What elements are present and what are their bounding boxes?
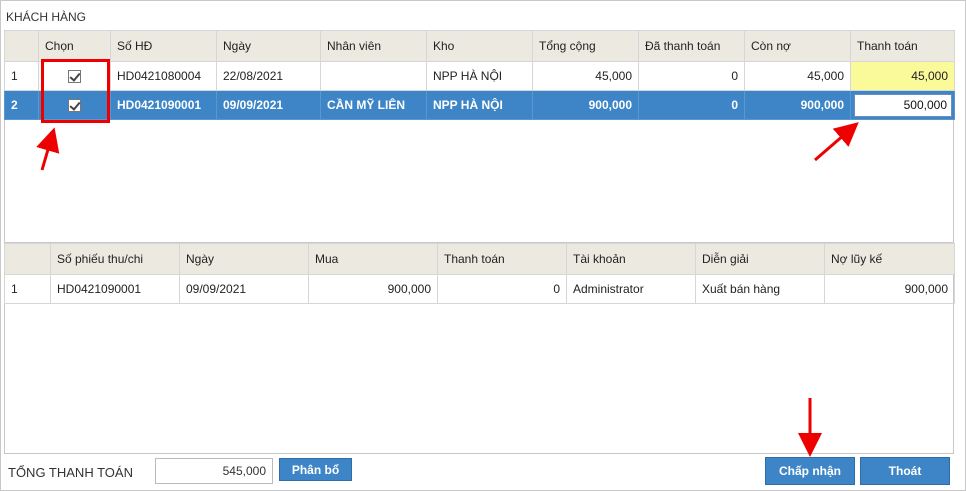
section-title: KHÁCH HÀNG bbox=[6, 10, 87, 24]
annotation-highlight-box bbox=[41, 59, 110, 123]
remaining-debt: 900,000 bbox=[744, 90, 851, 120]
col-header-index bbox=[4, 30, 39, 62]
payment-amount[interactable]: 45,000 bbox=[850, 61, 955, 91]
accumulated-debt: 900,000 bbox=[824, 274, 955, 304]
col-header-chon[interactable]: Chọn bbox=[38, 30, 111, 62]
account: Administrator bbox=[566, 274, 696, 304]
warehouse: NPP HÀ NỘI bbox=[426, 61, 533, 91]
invoice-date: 22/08/2021 bbox=[216, 61, 321, 91]
total: 45,000 bbox=[532, 61, 639, 91]
receipt-number: HD0421090001 bbox=[50, 274, 180, 304]
col-header-da-thanh-toan[interactable]: Đã thanh toán bbox=[638, 30, 745, 62]
col-header-so-hd[interactable]: Số HĐ bbox=[110, 30, 217, 62]
table-row[interactable]: 1 HD0421080004 22/08/2021 NPP HÀ NỘI 45,… bbox=[4, 61, 955, 91]
exit-button[interactable]: Thoát bbox=[860, 457, 950, 485]
total: 900,000 bbox=[532, 90, 639, 120]
col-header-ngay[interactable]: Ngày bbox=[179, 243, 309, 275]
receipt-header-row: Số phiếu thu/chi Ngày Mua Thanh toán Tài… bbox=[4, 243, 955, 275]
row-index: 1 bbox=[4, 274, 51, 304]
paid: 0 bbox=[638, 61, 745, 91]
payment-amount-input[interactable] bbox=[854, 93, 952, 117]
invoice-date: 09/09/2021 bbox=[216, 90, 321, 120]
accept-button[interactable]: Chấp nhận bbox=[765, 457, 855, 485]
table-row[interactable]: 1 HD0421090001 09/09/2021 900,000 0 Admi… bbox=[4, 274, 955, 304]
table-row-selected[interactable]: 2 HD0421090001 09/09/2021 CẦN MỸ LIÊN NP… bbox=[4, 90, 955, 120]
row-index: 1 bbox=[4, 61, 39, 91]
paid: 0 bbox=[638, 90, 745, 120]
col-header-mua[interactable]: Mua bbox=[308, 243, 438, 275]
col-header-tong-cong[interactable]: Tổng cộng bbox=[532, 30, 639, 62]
col-header-so-phieu[interactable]: Số phiếu thu/chi bbox=[50, 243, 180, 275]
col-header-ngay[interactable]: Ngày bbox=[216, 30, 321, 62]
description: Xuất bán hàng bbox=[695, 274, 825, 304]
employee: CẦN MỸ LIÊN bbox=[320, 90, 427, 120]
allocate-button[interactable]: Phân bổ bbox=[279, 458, 352, 481]
col-header-no-luy-ke[interactable]: Nợ lũy kế bbox=[824, 243, 955, 275]
col-header-con-no[interactable]: Còn nợ bbox=[744, 30, 851, 62]
invoice-number: HD0421080004 bbox=[110, 61, 217, 91]
remaining-debt: 45,000 bbox=[744, 61, 851, 91]
col-header-tai-khoan[interactable]: Tài khoản bbox=[566, 243, 696, 275]
invoice-table: Chọn Số HĐ Ngày Nhân viên Kho Tổng cộng … bbox=[4, 30, 955, 120]
employee bbox=[320, 61, 427, 91]
col-header-nhan-vien[interactable]: Nhân viên bbox=[320, 30, 427, 62]
col-header-index bbox=[4, 243, 51, 275]
invoice-number: HD0421090001 bbox=[110, 90, 217, 120]
total-payment-label: TỔNG THANH TOÁN bbox=[8, 465, 133, 480]
col-header-thanh-toan[interactable]: Thanh toán bbox=[437, 243, 567, 275]
purchase-amount: 900,000 bbox=[308, 274, 438, 304]
row-index: 2 bbox=[4, 90, 39, 120]
payment-amount: 0 bbox=[437, 274, 567, 304]
total-payment-input[interactable] bbox=[155, 458, 273, 484]
receipt-table: Số phiếu thu/chi Ngày Mua Thanh toán Tài… bbox=[4, 243, 955, 304]
payment-cell[interactable] bbox=[850, 90, 955, 120]
warehouse: NPP HÀ NỘI bbox=[426, 90, 533, 120]
col-header-dien-giai[interactable]: Diễn giải bbox=[695, 243, 825, 275]
col-header-thanh-toan[interactable]: Thanh toán bbox=[850, 30, 955, 62]
receipt-date: 09/09/2021 bbox=[179, 274, 309, 304]
col-header-kho[interactable]: Kho bbox=[426, 30, 533, 62]
invoice-header-row: Chọn Số HĐ Ngày Nhân viên Kho Tổng cộng … bbox=[4, 30, 955, 62]
